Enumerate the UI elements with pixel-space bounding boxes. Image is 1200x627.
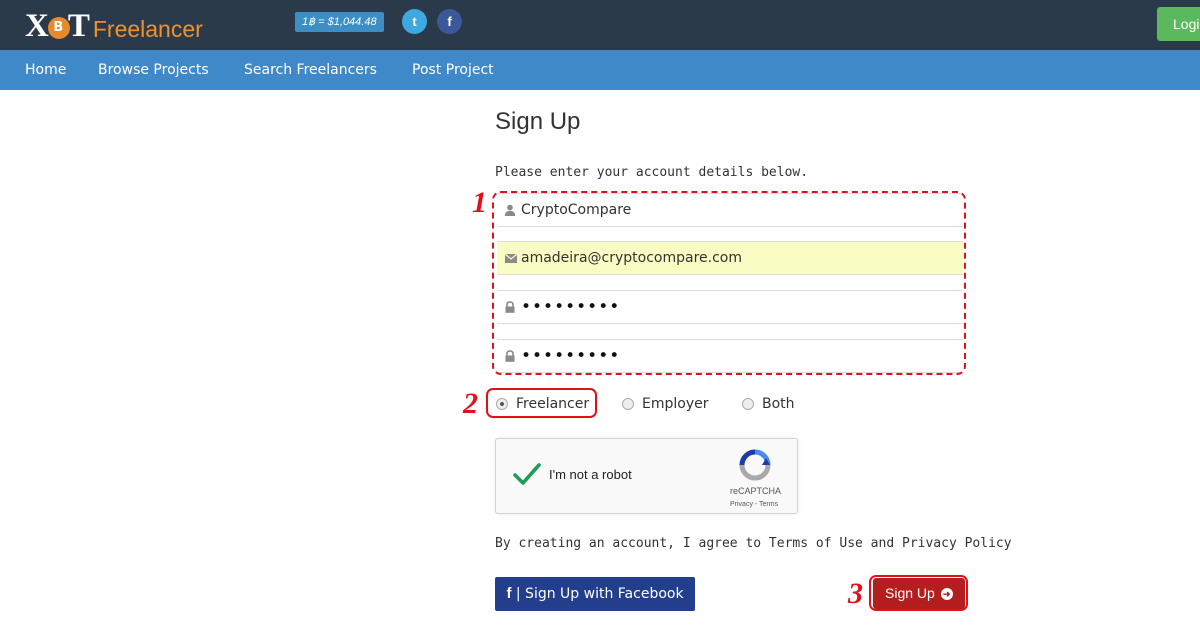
role-option-employer[interactable]: Employer [622,394,708,414]
annotation-role-highlight [486,388,597,418]
nav-item-browse-projects[interactable]: Browse Projects [98,50,209,90]
login-button[interactable]: Login [1157,7,1200,41]
recaptcha-brand: reCAPTCHA [730,486,782,496]
top-bar: XBT Freelancer 1฿ = $1,044.48 t f Login [0,0,1200,50]
recaptcha-widget[interactable]: I'm not a robot reCAPTCHA Privacy - Term… [495,438,798,514]
annotation-submit-highlight [869,575,968,611]
role-label-employer: Employer [642,396,709,412]
bitcoin-coin-icon: B [47,16,70,39]
recaptcha-label: I'm not a robot [549,467,632,482]
role-label-both: Both [762,396,795,412]
radio-employer[interactable] [622,398,634,410]
nav-item-search-freelancers[interactable]: Search Freelancers [244,50,377,90]
recaptcha-privacy-terms[interactable]: Privacy - Terms [730,501,778,508]
annotation-fields-highlight [492,191,966,375]
facebook-signup-label: | Sign Up with Facebook [515,586,684,602]
recaptcha-logo-icon [739,449,771,481]
annotation-step-1: 1 [472,186,487,219]
btc-price-badge: 1฿ = $1,044.48 [295,12,384,32]
site-logo[interactable]: XBT Freelancer [25,6,203,46]
nav-item-home[interactable]: Home [25,50,66,90]
intro-text: Please enter your account details below. [495,165,809,180]
checkmark-icon[interactable] [512,459,542,489]
terms-agreement-text: By creating an account, I agree to Terms… [495,536,1012,551]
nav-item-post-project[interactable]: Post Project [412,50,494,90]
logo-mark: XBT [25,7,91,44]
radio-both[interactable] [742,398,754,410]
facebook-icon[interactable]: f [437,9,462,34]
facebook-signup-button[interactable]: f | Sign Up with Facebook [495,577,695,611]
logo-wordmark: Freelancer [92,15,203,42]
annotation-step-3: 3 [848,577,863,610]
twitter-icon[interactable]: t [402,9,427,34]
page-title: Sign Up [495,108,581,135]
annotation-step-2: 2 [463,387,478,420]
main-nav: Home Browse Projects Search Freelancers … [0,50,1200,90]
role-option-both[interactable]: Both [742,394,795,414]
facebook-icon: f [506,585,512,602]
